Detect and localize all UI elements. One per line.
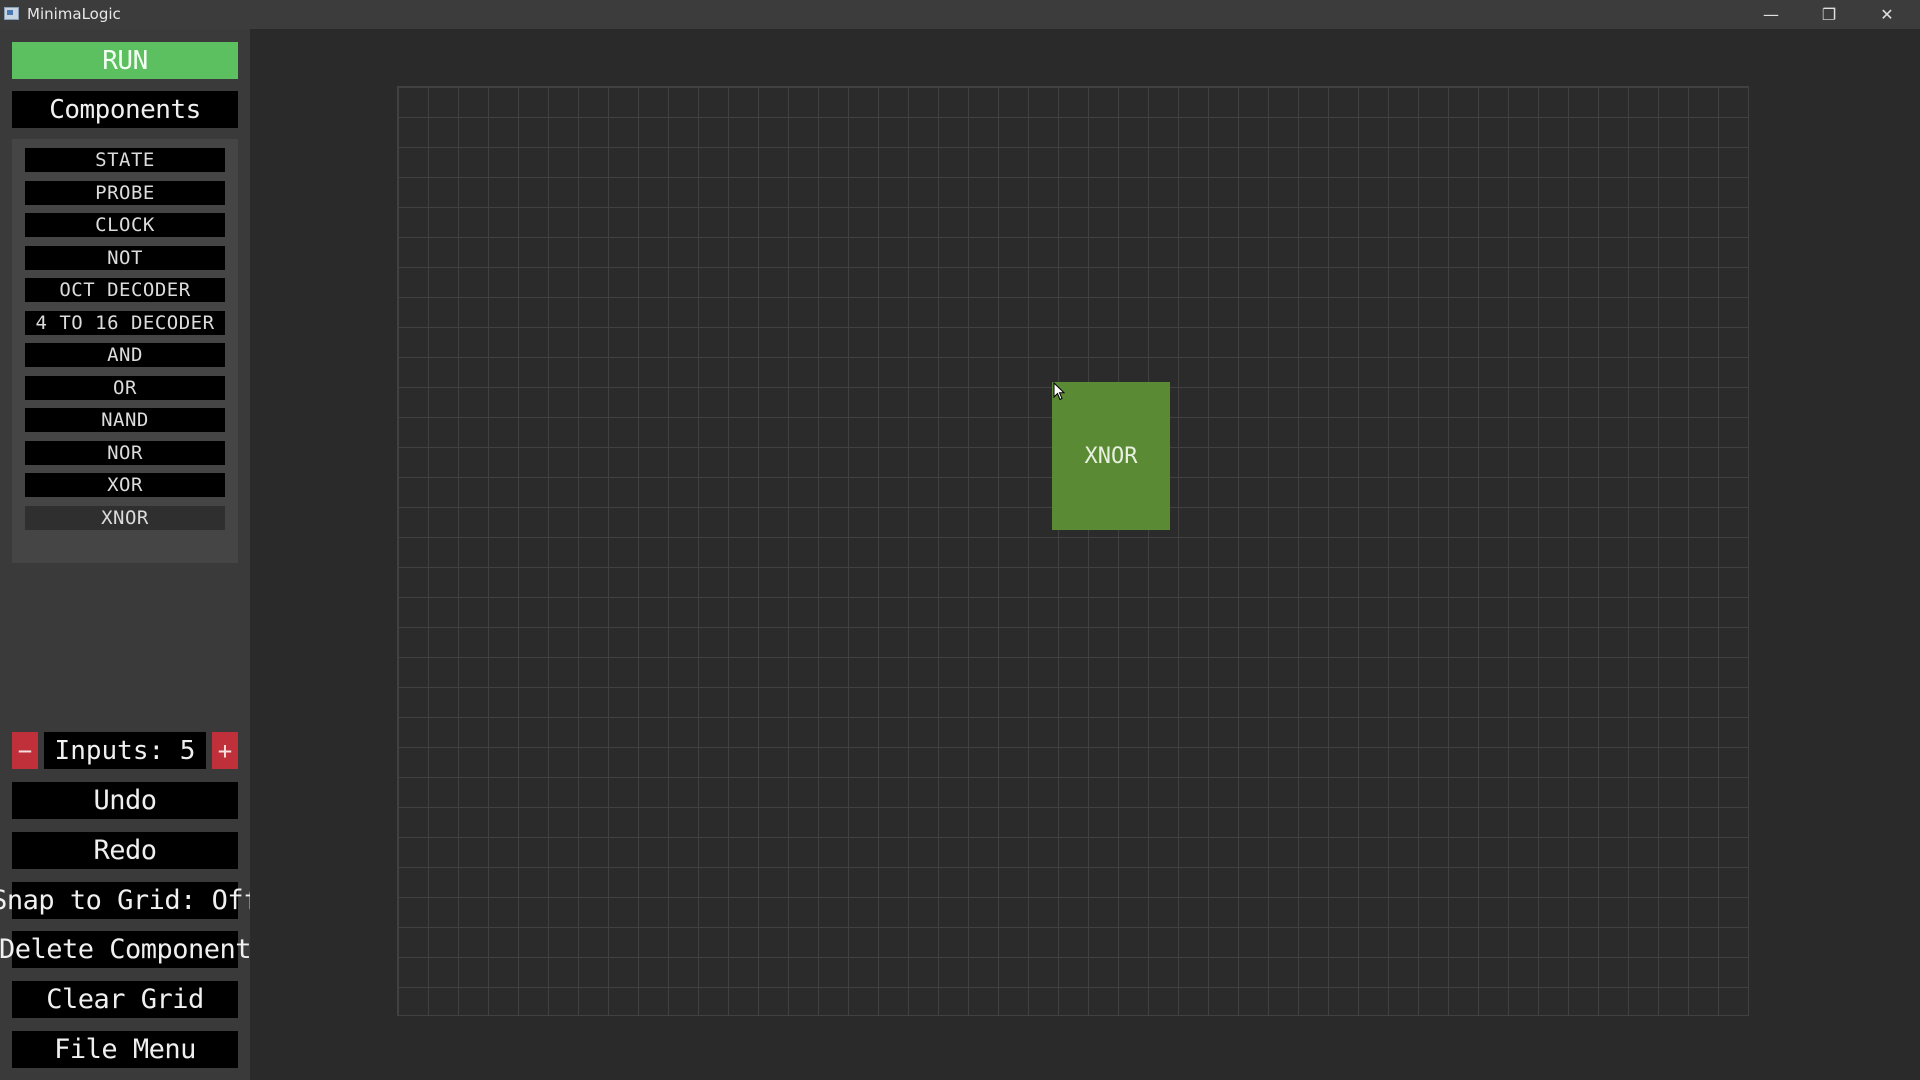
increase-inputs-button[interactable]: + [212,732,238,769]
file-menu-button[interactable]: File Menu [12,1031,238,1068]
component-xor[interactable]: XOR [25,473,225,497]
delete-component-button[interactable]: Delete Component [0,931,252,968]
decrease-inputs-button[interactable]: − [12,732,38,769]
plus-icon: + [217,736,233,765]
minimize-button[interactable]: — [1742,0,1800,29]
redo-button[interactable]: Redo [12,832,238,869]
component-clock[interactable]: CLOCK [25,213,225,237]
undo-button[interactable]: Undo [12,782,238,819]
canvas-area: XNOR [250,29,1920,1080]
inputs-stepper: − Inputs: 5 + [12,732,238,769]
close-icon: ✕ [1880,5,1894,24]
component-list: STATE PROBE CLOCK NOT OCT DECODER 4 TO 1… [12,139,238,563]
component-or[interactable]: OR [25,376,225,400]
component-xnor[interactable]: XNOR [25,506,225,530]
restore-icon: ❐ [1821,5,1837,24]
sidebar: RUN Components STATE PROBE CLOCK NOT OCT… [0,29,259,1080]
app-icon [4,7,19,20]
circuit-grid[interactable]: XNOR [397,86,1749,1016]
xnor-gate-component[interactable]: XNOR [1052,382,1170,530]
component-probe[interactable]: PROBE [25,181,225,205]
component-nand[interactable]: NAND [25,408,225,432]
minimize-icon: — [1763,5,1779,24]
clear-grid-button[interactable]: Clear Grid [12,981,238,1018]
component-oct-decoder[interactable]: OCT DECODER [25,278,225,302]
component-not[interactable]: NOT [25,246,225,270]
window-title: MinimaLogic [27,5,121,23]
maximize-button[interactable]: ❐ [1800,0,1858,29]
run-button[interactable]: RUN [12,42,238,79]
title-bar: MinimaLogic — ❐ ✕ [0,0,1920,29]
component-4-to-16-decoder[interactable]: 4 TO 16 DECODER [25,311,225,335]
inputs-count: Inputs: 5 [44,732,206,769]
minus-icon: − [17,736,33,765]
component-and[interactable]: AND [25,343,225,367]
component-state[interactable]: STATE [25,148,225,172]
component-nor[interactable]: NOR [25,441,225,465]
components-header: Components [12,91,238,128]
mouse-cursor-icon [1053,382,1066,401]
close-button[interactable]: ✕ [1858,0,1916,29]
snap-to-grid-toggle[interactable]: Snap to Grid: Off [0,882,259,919]
